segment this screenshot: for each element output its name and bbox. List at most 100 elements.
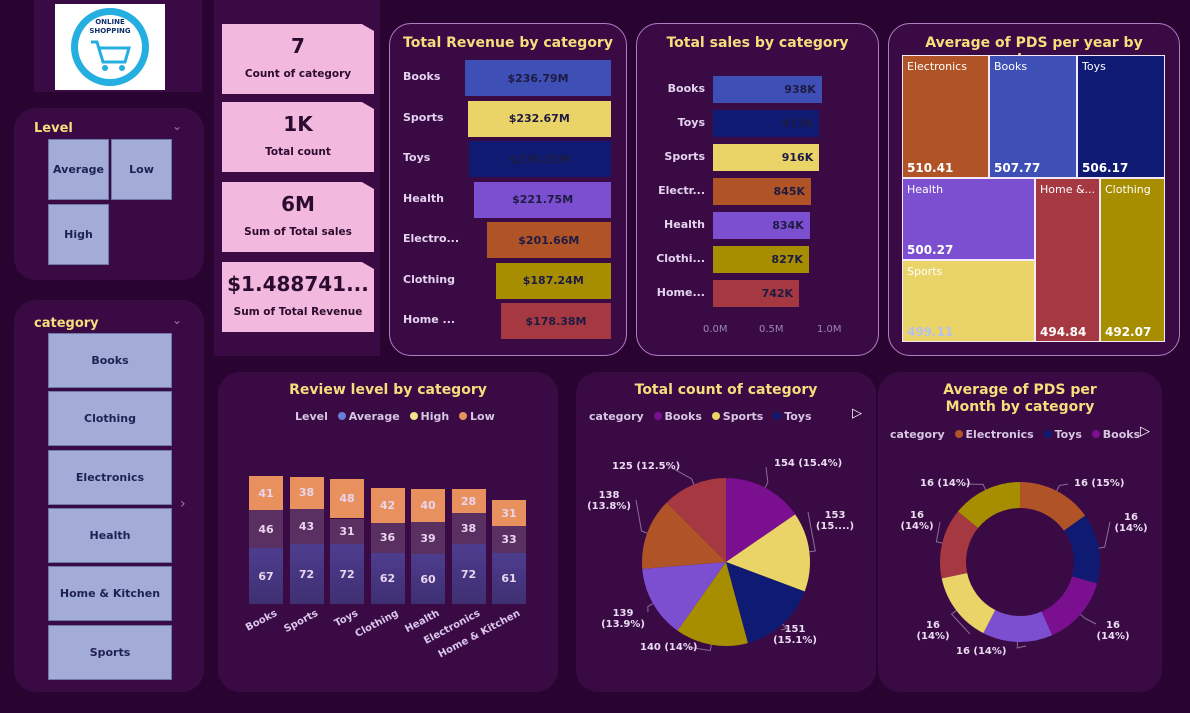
segment-value-label: 42 <box>379 498 396 512</box>
leader-line <box>1056 483 1069 492</box>
x-category-label: Toys <box>333 608 361 630</box>
category-tile-health[interactable]: Health <box>48 508 172 563</box>
stacked-segment-low[interactable]: 40 <box>411 488 445 522</box>
bar-category-label: Books <box>403 70 441 83</box>
segment-value-label: 39 <box>420 531 436 545</box>
x-category-label: Books <box>244 608 280 634</box>
donut-data-label: 16 (14%) <box>920 478 971 489</box>
stacked-segment-high[interactable]: 43 <box>289 508 324 545</box>
legend-item-average[interactable]: Average <box>349 410 400 423</box>
shopping-cart-icon: ONLINE SHOPPING <box>71 8 149 86</box>
sales-bar[interactable]: 916K <box>713 144 820 171</box>
segment-value-label: 40 <box>420 498 436 512</box>
stacked-segment-high[interactable]: 38 <box>451 512 486 545</box>
kpi-label: Sum of Total Revenue <box>233 306 363 318</box>
revenue-bar[interactable]: $236.79M <box>465 60 611 96</box>
bar-value-label: $187.24M <box>522 274 584 287</box>
segment-value-label: 28 <box>460 494 477 508</box>
logo: ONLINE SHOPPING <box>55 4 165 90</box>
revenue-bar[interactable]: $187.24M <box>495 262 611 299</box>
kpi-card-total-count: 1K Total count <box>222 102 374 172</box>
stacked-segment-average[interactable]: 72 <box>289 544 324 604</box>
stacked-segment-average[interactable]: 62 <box>370 552 405 604</box>
sales-bar[interactable]: 938K <box>713 76 822 103</box>
category-tile-home-kitchen[interactable]: Home & Kitchen <box>48 566 172 621</box>
leader-line <box>764 466 769 488</box>
pie-slice[interactable] <box>983 609 1053 642</box>
stacked-segment-high[interactable]: 36 <box>370 522 405 553</box>
bar-category-label: Sports <box>403 110 444 124</box>
bar-value-label: $230.25M <box>509 152 571 166</box>
treemap-label: Clothing <box>1105 183 1151 196</box>
level-tile-low[interactable]: Low <box>111 139 172 200</box>
donut-panel: Average of PDS per Month by category cat… <box>878 372 1162 692</box>
segment-value-label: 72 <box>298 567 315 581</box>
category-tile-clothing[interactable]: Clothing <box>48 391 172 446</box>
segment-value-label: 36 <box>379 531 396 545</box>
revenue-bar[interactable]: $178.38M <box>501 303 611 339</box>
stacked-segment-low[interactable]: 42 <box>370 487 405 523</box>
segment-value-label: 38 <box>460 521 477 535</box>
sales-bar[interactable]: 845K <box>713 178 812 205</box>
sales-bar[interactable]: 742K <box>713 280 800 307</box>
pie-data-label: 125 (12.5%) <box>612 461 681 472</box>
chevron-down-icon[interactable]: ⌄ <box>172 313 182 327</box>
segment-value-label: 67 <box>258 569 274 583</box>
treemap-label: Books <box>994 60 1028 73</box>
revenue-bar[interactable]: $201.66M <box>486 222 611 258</box>
legend-item-low[interactable]: Low <box>470 410 495 423</box>
leader-line <box>635 499 648 534</box>
donut-data-label: 16 (14%) <box>956 646 1007 657</box>
bar-value-label: $178.38M <box>525 314 587 328</box>
stacked-segment-average[interactable]: 72 <box>451 544 486 604</box>
pie-chart[interactable] <box>576 372 876 692</box>
treemap-label: Health <box>907 183 944 196</box>
bar-category-label: Books <box>667 82 705 95</box>
sales-bar[interactable]: 827K <box>713 246 809 273</box>
stacked-segment-average[interactable]: 61 <box>492 553 526 604</box>
category-tile-electronics[interactable]: Electronics <box>48 450 172 505</box>
level-tile-average[interactable]: Average <box>48 139 109 200</box>
chevron-down-icon[interactable]: ⌄ <box>172 119 182 133</box>
pie-data-label: 154 (15.4%) <box>774 458 843 469</box>
stacked-segment-low[interactable]: 28 <box>451 489 486 513</box>
level-tile-high[interactable]: High <box>48 204 109 265</box>
stacked-segment-high[interactable]: 46 <box>249 510 283 549</box>
sales-bar[interactable]: 917K <box>713 110 820 137</box>
legend-item-high[interactable]: High <box>421 410 450 423</box>
bar-value-label: 845K <box>773 185 806 198</box>
stacked-segment-low[interactable]: 48 <box>330 478 364 519</box>
stacked-segment-high[interactable]: 39 <box>411 521 445 555</box>
stacked-segment-low[interactable]: 31 <box>492 500 526 526</box>
treemap-cell-electronics[interactable]: Electronics 510.41 <box>902 55 989 178</box>
bar-category-label: Home... <box>656 286 705 299</box>
stacked-segment-average[interactable]: 72 <box>330 544 364 604</box>
stacked-segment-low[interactable]: 38 <box>289 477 324 509</box>
treemap-value: 506.17 <box>1082 161 1129 175</box>
revenue-bar[interactable]: $232.67M <box>467 100 611 137</box>
revenue-bar[interactable]: $221.75M <box>474 181 611 218</box>
stacked-segment-high[interactable]: 33 <box>492 525 526 554</box>
treemap-cell-books[interactable]: Books 507.77 <box>989 55 1077 178</box>
sales-chart-panel: Total sales by category Books 938K Toys 917… <box>636 23 879 356</box>
treemap-cell-sports[interactable]: Sports 499.11 <box>902 260 1035 342</box>
stacked-segment-high[interactable]: 31 <box>330 518 364 545</box>
stacked-segment-average[interactable]: 67 <box>249 548 283 604</box>
revenue-bar[interactable]: $230.25M <box>469 141 611 177</box>
stacked-segment-average[interactable]: 60 <box>411 554 445 604</box>
category-tile-sports[interactable]: Sports <box>48 625 172 680</box>
chevron-right-icon[interactable]: › <box>180 496 186 512</box>
treemap-cell-home-kitchen[interactable]: Home &... 494.84 <box>1035 178 1100 342</box>
leader-line <box>1080 614 1097 625</box>
stacked-segment-low[interactable]: 41 <box>249 476 283 511</box>
kpi-label: Count of category <box>244 68 352 80</box>
revenue-chart-panel: Total Revenue by category Books $236.79M S… <box>389 23 627 356</box>
treemap-cell-health[interactable]: Health 500.27 <box>902 178 1035 260</box>
treemap-cell-toys[interactable]: Toys 506.17 <box>1077 55 1165 178</box>
treemap-cell-clothing[interactable]: Clothing 492.07 <box>1100 178 1165 342</box>
treemap-value: 494.84 <box>1040 325 1087 339</box>
treemap-value: 507.77 <box>994 161 1041 175</box>
sales-bar[interactable]: 834K <box>713 212 810 239</box>
category-tile-books[interactable]: Books <box>48 333 172 388</box>
pie-slice[interactable] <box>1041 576 1098 636</box>
